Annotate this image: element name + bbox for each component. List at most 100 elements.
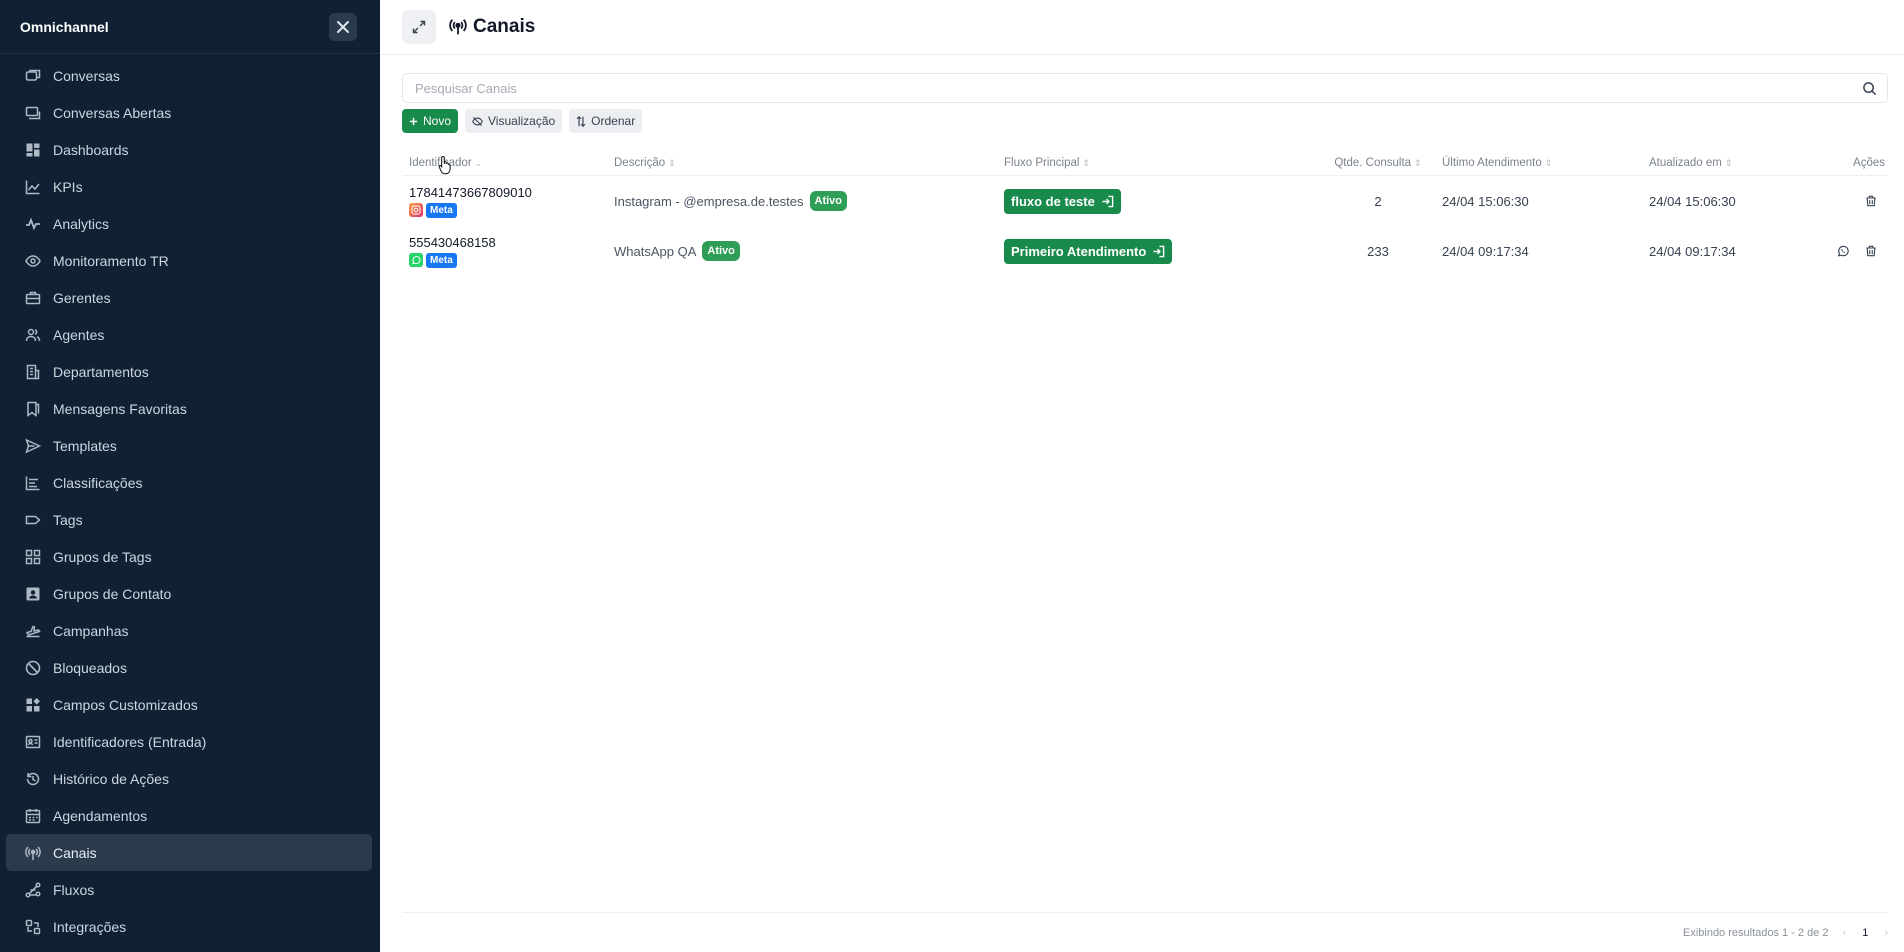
sidebar-item-label: Campos Customizados bbox=[53, 696, 198, 713]
page-title: Canais bbox=[449, 16, 535, 38]
dashboard-icon bbox=[24, 141, 42, 159]
sidebar-item-agendamentos[interactable]: Agendamentos bbox=[6, 797, 372, 834]
sidebar-item-identificadores[interactable]: Identificadores (Entrada) bbox=[6, 723, 372, 760]
new-button-label: Novo bbox=[423, 114, 452, 128]
results-summary: Exibindo resultados 1 - 2 de 2 bbox=[1682, 926, 1829, 939]
cell-actions bbox=[1824, 190, 1888, 212]
sidebar-nav: Conversas Conversas Abertas Dashboards K… bbox=[0, 54, 380, 945]
column-header-identifier[interactable]: Identificador ⌄ bbox=[402, 157, 614, 169]
integration-icon bbox=[24, 918, 42, 936]
sidebar-item-label: Identificadores (Entrada) bbox=[53, 733, 207, 750]
close-icon bbox=[337, 20, 349, 33]
building-icon bbox=[24, 363, 42, 381]
sidebar-item-label: Monitoramento TR bbox=[53, 252, 169, 269]
instagram-icon bbox=[409, 203, 423, 217]
flow-link-button[interactable]: Primeiro Atendimento bbox=[1004, 238, 1173, 264]
next-page-button[interactable]: › bbox=[1884, 927, 1888, 939]
sidebar-item-label: Departamentos bbox=[53, 363, 149, 380]
sidebar-item-templates[interactable]: Templates bbox=[6, 427, 372, 464]
expand-button[interactable] bbox=[402, 10, 436, 44]
table-footer: Exibindo resultados 1 - 2 de 2 ‹ 1 › bbox=[402, 912, 1888, 952]
description-value: WhatsApp QA bbox=[614, 243, 697, 259]
sidebar-item-label: Tags bbox=[53, 511, 83, 528]
sidebar-item-label: Fluxos bbox=[53, 881, 95, 898]
topbar: Canais bbox=[380, 0, 1904, 55]
sidebar-item-grupos-de-contato[interactable]: Grupos de Contato bbox=[6, 575, 372, 612]
sort-desc-icon: ⌄ bbox=[474, 157, 483, 168]
grid-icon bbox=[24, 548, 42, 566]
new-button[interactable]: Novo bbox=[402, 109, 459, 133]
table-row[interactable]: 17841473667809010 Meta Instagram - @empr… bbox=[402, 176, 1888, 226]
column-header-description[interactable]: Descrição ⇕ bbox=[614, 157, 1004, 169]
sidebar-item-grupos-de-tags[interactable]: Grupos de Tags bbox=[6, 538, 372, 575]
table-row[interactable]: 555430468158 Meta WhatsApp QA Ativo Prim… bbox=[402, 226, 1888, 276]
expand-icon bbox=[412, 20, 426, 34]
sort-icon: ⇕ bbox=[1414, 157, 1422, 168]
cell-actions bbox=[1824, 240, 1888, 262]
updated-value: 24/04 09:17:34 bbox=[1649, 243, 1736, 259]
count-value: 2 bbox=[1374, 193, 1382, 209]
chat-icon bbox=[24, 67, 42, 85]
sidebar-item-integracoes[interactable]: Integrações bbox=[6, 908, 372, 945]
sidebar-item-label: Gerentes bbox=[53, 289, 111, 306]
count-value: 233 bbox=[1367, 243, 1389, 259]
column-header-last-service[interactable]: Último Atendimento ⇕ bbox=[1442, 157, 1649, 169]
search-input[interactable] bbox=[403, 74, 1851, 102]
column-header-flow[interactable]: Fluxo Principal ⇕ bbox=[1004, 157, 1314, 169]
sidebar-item-fluxos[interactable]: Fluxos bbox=[6, 871, 372, 908]
cell-identifier: 17841473667809010 Meta bbox=[402, 185, 614, 218]
channels-table: Identificador ⌄ Descrição ⇕ Fluxo Principa… bbox=[402, 151, 1888, 276]
contact-icon bbox=[24, 585, 42, 603]
chart-line-icon bbox=[24, 178, 42, 196]
sidebar-item-label: Templates bbox=[53, 437, 117, 454]
sort-button[interactable]: Ordenar bbox=[569, 109, 643, 133]
close-sidebar-button[interactable] bbox=[329, 12, 357, 41]
sidebar-item-label: Grupos de Tags bbox=[53, 548, 152, 565]
sidebar-item-campanhas[interactable]: Campanhas bbox=[6, 612, 372, 649]
cell-description: WhatsApp QA Ativo bbox=[614, 241, 1004, 261]
sidebar-item-label: Dashboards bbox=[53, 141, 129, 158]
view-button-label: Visualização bbox=[488, 114, 556, 128]
flow-link-button[interactable]: fluxo de teste bbox=[1004, 188, 1121, 214]
column-header-count[interactable]: Qtde. Consulta ⇕ bbox=[1314, 157, 1442, 169]
prev-page-button[interactable]: ‹ bbox=[1843, 927, 1847, 939]
column-header-updated[interactable]: Atualizado em ⇕ bbox=[1649, 157, 1824, 169]
sidebar-item-campos-customizados[interactable]: Campos Customizados bbox=[6, 686, 372, 723]
whatsapp-action-button[interactable] bbox=[1829, 240, 1857, 262]
sidebar-item-historico-de-acoes[interactable]: Histórico de Ações bbox=[6, 760, 372, 797]
identifier-value: 555430468158 bbox=[409, 234, 496, 250]
cell-count: 2 bbox=[1314, 194, 1442, 209]
whatsapp-icon bbox=[1837, 245, 1849, 257]
sidebar-item-agentes[interactable]: Agentes bbox=[6, 316, 372, 353]
sidebar-item-canais[interactable]: Canais bbox=[6, 834, 372, 871]
table-header: Identificador ⌄ Descrição ⇕ Fluxo Principa… bbox=[402, 151, 1888, 176]
page-title-text: Canais bbox=[473, 16, 536, 37]
sidebar-item-analytics[interactable]: Analytics bbox=[6, 205, 372, 242]
sidebar-item-monitoramento-tr[interactable]: Monitoramento TR bbox=[6, 242, 372, 279]
plane-icon bbox=[24, 622, 42, 640]
antenna-icon bbox=[449, 18, 467, 36]
delete-button[interactable] bbox=[1857, 240, 1885, 262]
delete-button[interactable] bbox=[1857, 190, 1885, 212]
sidebar-item-classificacoes[interactable]: Classificações bbox=[6, 464, 372, 501]
sidebar-header: Omnichannel bbox=[0, 0, 380, 54]
view-button[interactable]: Visualização bbox=[465, 109, 563, 133]
plus-icon bbox=[409, 117, 418, 126]
trash-icon bbox=[1866, 195, 1876, 207]
sidebar-item-kpis[interactable]: KPIs bbox=[6, 168, 372, 205]
sidebar-item-conversas-abertas[interactable]: Conversas Abertas bbox=[6, 94, 372, 131]
search-icon[interactable] bbox=[1851, 81, 1887, 96]
sidebar-item-departamentos[interactable]: Departamentos bbox=[6, 353, 372, 390]
sidebar-item-conversas[interactable]: Conversas bbox=[6, 57, 372, 94]
provider-badge: Meta bbox=[426, 252, 457, 268]
hand-cursor-icon bbox=[438, 155, 451, 175]
sidebar-item-gerentes[interactable]: Gerentes bbox=[6, 279, 372, 316]
sort-button-label: Ordenar bbox=[591, 114, 636, 128]
sidebar-item-bloqueados[interactable]: Bloqueados bbox=[6, 649, 372, 686]
sidebar-item-dashboards[interactable]: Dashboards bbox=[6, 131, 372, 168]
sidebar-item-tags[interactable]: Tags bbox=[6, 501, 372, 538]
sidebar-item-mensagens-favoritas[interactable]: Mensagens Favoritas bbox=[6, 390, 372, 427]
page-number-button[interactable]: 1 bbox=[1862, 927, 1868, 939]
sidebar-item-label: Conversas bbox=[53, 67, 120, 84]
login-icon bbox=[1101, 195, 1114, 208]
